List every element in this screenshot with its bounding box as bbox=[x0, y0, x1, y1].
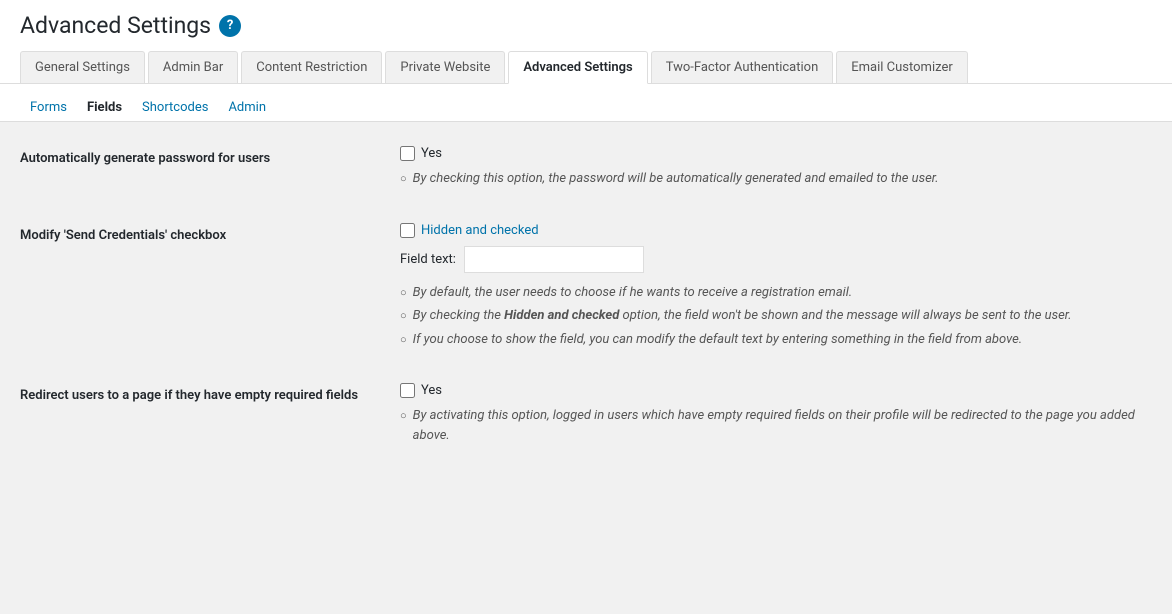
checkbox-label-creds: Hidden and checked bbox=[421, 223, 539, 238]
hint-redirect-1: By activating this option, logged in use… bbox=[400, 406, 1152, 445]
hints-creds: By default, the user needs to choose if … bbox=[400, 283, 1152, 350]
tab-twofactor[interactable]: Two-Factor Authentication bbox=[651, 51, 834, 83]
control-auto-password: Yes By checking this option, the passwor… bbox=[400, 146, 1152, 193]
subtab-shortcodes[interactable]: Shortcodes bbox=[132, 94, 218, 121]
field-text-label: Field text: bbox=[400, 252, 456, 267]
page-wrapper: Advanced Settings ? General Settings Adm… bbox=[0, 0, 1172, 614]
tab-advanced[interactable]: Advanced Settings bbox=[508, 51, 647, 84]
control-redirect-empty: Yes By activating this option, logged in… bbox=[400, 383, 1152, 449]
content-area: Automatically generate password for user… bbox=[0, 122, 1172, 503]
field-text-row: Field text: bbox=[400, 246, 1152, 273]
hint-creds-3: If you choose to show the field, you can… bbox=[400, 330, 1152, 350]
sub-nav: Forms Fields Shortcodes Admin bbox=[0, 84, 1172, 122]
subtab-forms[interactable]: Forms bbox=[20, 94, 77, 121]
checkbox-send-credentials[interactable] bbox=[400, 223, 415, 238]
checkbox-row-creds: Hidden and checked bbox=[400, 223, 1152, 238]
tab-adminbar[interactable]: Admin Bar bbox=[148, 51, 238, 83]
section-auto-password: Automatically generate password for user… bbox=[20, 146, 1152, 193]
hints-redirect: By activating this option, logged in use… bbox=[400, 406, 1152, 445]
checkbox-label-auto: Yes bbox=[421, 146, 442, 161]
checkbox-auto-password[interactable] bbox=[400, 146, 415, 161]
page-header: Advanced Settings ? General Settings Adm… bbox=[0, 0, 1172, 84]
checkbox-row-redirect: Yes bbox=[400, 383, 1152, 398]
page-title: Advanced Settings bbox=[20, 12, 211, 39]
field-text-input[interactable] bbox=[464, 246, 644, 273]
hint-auto-1: By checking this option, the password wi… bbox=[400, 169, 1152, 189]
help-icon[interactable]: ? bbox=[219, 15, 241, 37]
tab-general[interactable]: General Settings bbox=[20, 51, 145, 83]
title-row: Advanced Settings ? bbox=[20, 12, 1152, 51]
hint-creds-1: By default, the user needs to choose if … bbox=[400, 283, 1152, 303]
hint-creds-2: By checking the Hidden and checked optio… bbox=[400, 306, 1152, 326]
tab-email[interactable]: Email Customizer bbox=[836, 51, 968, 83]
sub-nav-links: Forms Fields Shortcodes Admin bbox=[20, 94, 1152, 121]
label-auto-password: Automatically generate password for user… bbox=[20, 146, 400, 168]
hints-auto: By checking this option, the password wi… bbox=[400, 169, 1152, 189]
tab-private[interactable]: Private Website bbox=[385, 51, 505, 83]
checkbox-label-redirect: Yes bbox=[421, 383, 442, 398]
control-send-credentials: Hidden and checked Field text: By defaul… bbox=[400, 223, 1152, 354]
checkbox-redirect[interactable] bbox=[400, 383, 415, 398]
label-send-credentials: Modify 'Send Credentials' checkbox bbox=[20, 223, 400, 245]
subtab-admin[interactable]: Admin bbox=[218, 94, 276, 121]
label-redirect-empty: Redirect users to a page if they have em… bbox=[20, 383, 400, 405]
subtab-fields[interactable]: Fields bbox=[77, 94, 132, 121]
tab-content[interactable]: Content Restriction bbox=[241, 51, 382, 83]
main-tabs: General Settings Admin Bar Content Restr… bbox=[20, 51, 1152, 83]
section-redirect-empty: Redirect users to a page if they have em… bbox=[20, 383, 1152, 449]
section-send-credentials: Modify 'Send Credentials' checkbox Hidde… bbox=[20, 223, 1152, 354]
checkbox-row-auto: Yes bbox=[400, 146, 1152, 161]
